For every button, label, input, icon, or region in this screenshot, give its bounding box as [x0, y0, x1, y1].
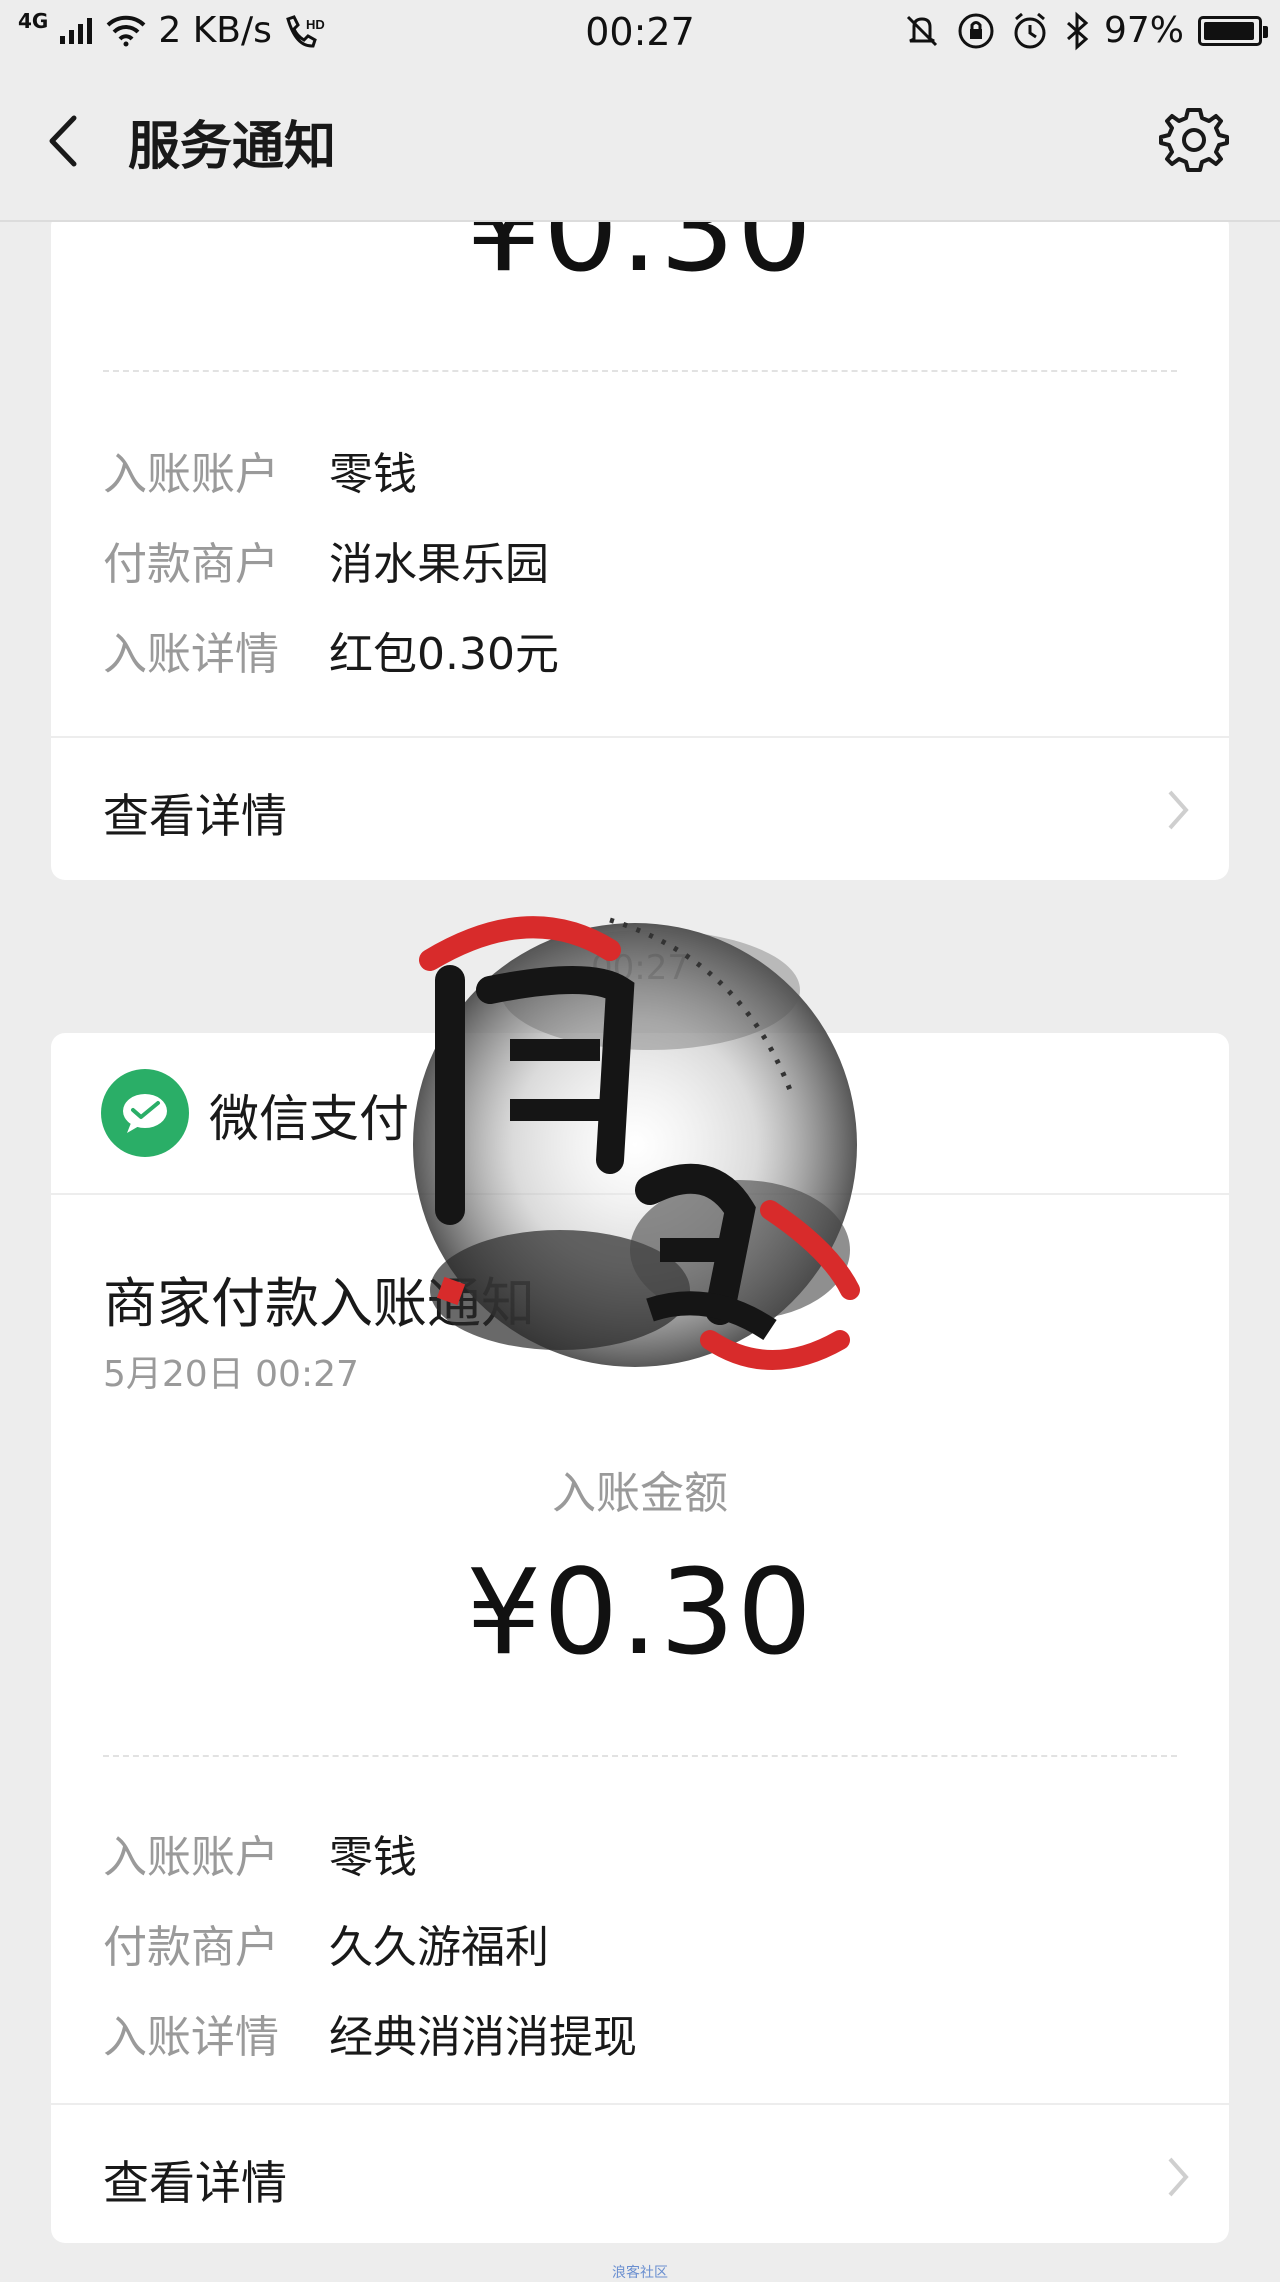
info-row: 入账账户 零钱 [103, 438, 417, 502]
view-details-label: 查看详情 [103, 789, 287, 843]
status-right: 97% [902, 10, 1268, 51]
row-value: 经典消消消提现 [329, 2012, 637, 2063]
status-bar: 4G 2 KB/s HD 00:27 97% [0, 0, 1280, 64]
amount-value: ¥0.30 [466, 222, 814, 298]
view-details-link[interactable]: 查看详情 [51, 738, 1229, 878]
alarm-icon [1014, 12, 1046, 48]
nav-bar: 服务通知 [0, 64, 1280, 222]
row-value: 零钱 [329, 449, 417, 500]
row-label: 入账账户 [103, 1832, 279, 1883]
row-label: 入账详情 [103, 629, 279, 680]
back-button[interactable] [36, 106, 96, 176]
time-separator: 00:27 [591, 948, 689, 988]
row-label: 付款商户 [103, 539, 279, 590]
battery-percent: 97% [1103, 10, 1184, 51]
gear-icon [1159, 108, 1229, 172]
info-row: 付款商户 消水果乐园 [103, 528, 549, 592]
row-value: 零钱 [329, 1832, 417, 1883]
chevron-right-icon [1168, 790, 1189, 830]
battery-fill [1204, 21, 1255, 40]
settings-button[interactable] [1158, 104, 1230, 176]
rotation-lock-icon [958, 13, 994, 48]
wechat-pay-logo [101, 1069, 189, 1157]
card-header[interactable]: 微信支付 [51, 1033, 1229, 1193]
mute-icon [906, 15, 938, 46]
app-name: 微信支付 [209, 1090, 409, 1148]
notice-card: 微信支付 商家付款入账通知 5月20日 00:27 入账金额 ¥0.30 入账账… [51, 1033, 1229, 2243]
bluetooth-icon [1066, 11, 1089, 50]
divider [103, 1755, 1177, 1757]
row-label: 入账账户 [103, 449, 279, 500]
row-value: 消水果乐园 [329, 539, 549, 590]
chevron-right-icon [1168, 2157, 1189, 2197]
notice-time: 5月20日 00:27 [103, 1354, 359, 1395]
row-label: 付款商户 [103, 1922, 279, 1973]
row-value: 红包0.30元 [329, 629, 559, 680]
page-title: 服务通知 [128, 117, 337, 177]
notice-card: ¥0.30 入账账户 零钱 付款商户 消水果乐园 入账详情 红包0.30元 查看… [51, 222, 1229, 880]
amount-label: 入账金额 [552, 1468, 728, 1519]
info-row: 入账详情 红包0.30元 [103, 618, 559, 682]
amount-value: ¥0.30 [466, 1543, 814, 1681]
info-row: 入账详情 经典消消消提现 [103, 2001, 637, 2065]
wechat-pay-icon [123, 1094, 167, 1133]
notice-title: 商家付款入账通知 [103, 1272, 535, 1335]
row-value: 久久游福利 [329, 1922, 549, 1973]
view-details-label: 查看详情 [103, 2156, 287, 2210]
divider [103, 370, 1177, 372]
chevron-left-icon [49, 115, 77, 167]
info-row: 入账账户 零钱 [103, 1821, 417, 1885]
view-details-link[interactable]: 查看详情 [51, 2105, 1229, 2243]
message-list[interactable]: ¥0.30 入账账户 零钱 付款商户 消水果乐园 入账详情 红包0.30元 查看… [0, 222, 1280, 2277]
info-row: 付款商户 久久游福利 [103, 1911, 549, 1975]
row-label: 入账详情 [103, 2012, 279, 2063]
card-divider [51, 1193, 1229, 1195]
footer-watermark: 浪客社区 [612, 2265, 668, 2281]
battery-icon [1198, 15, 1268, 46]
